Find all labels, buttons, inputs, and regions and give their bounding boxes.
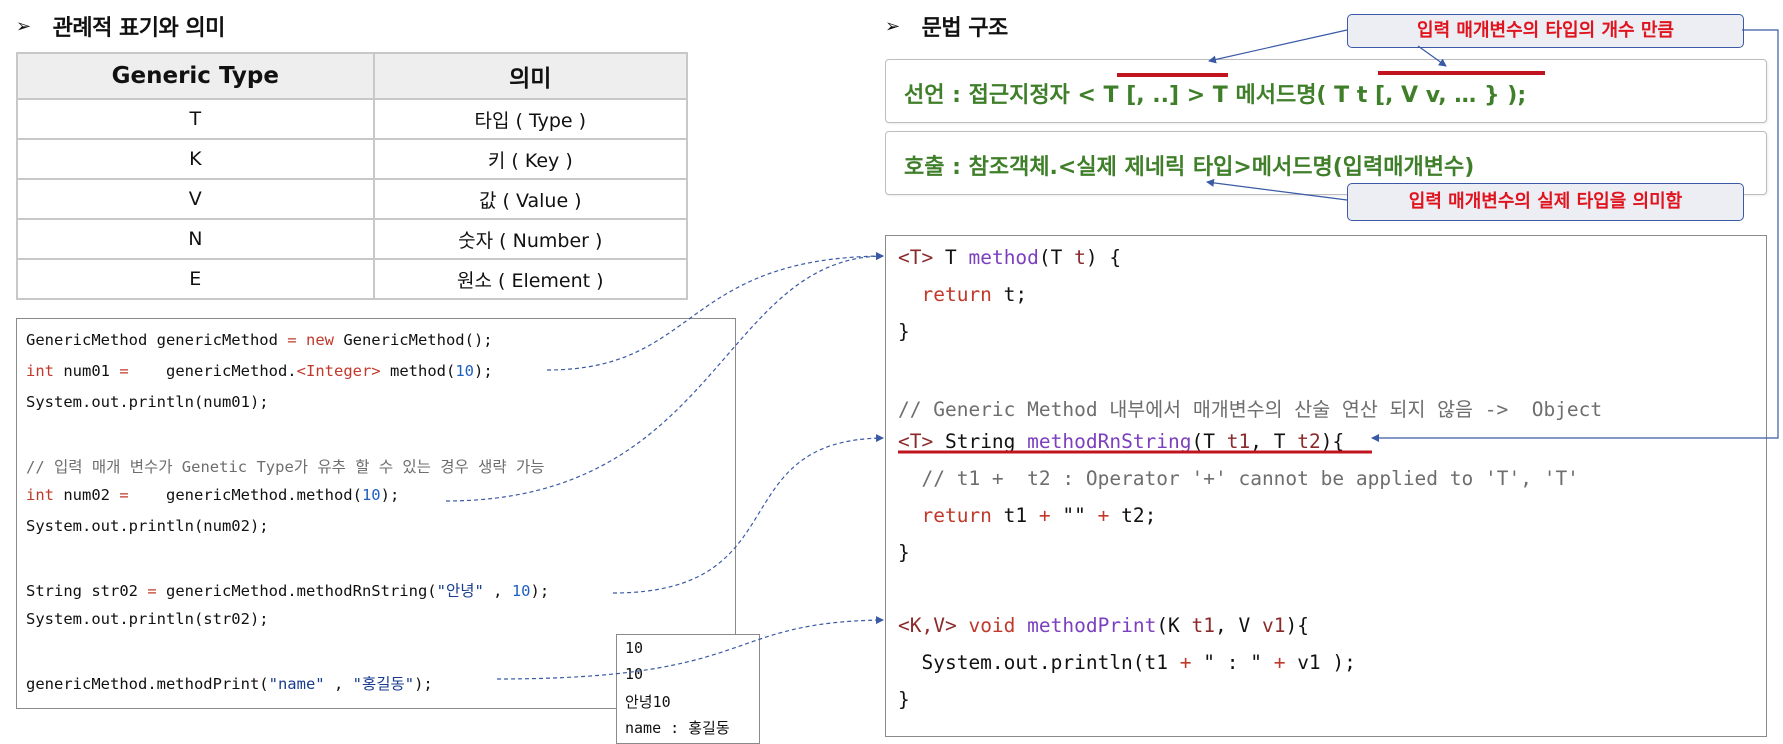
callout-type-count: 입력 매개변수의 타입의 개수 만큼 bbox=[1347, 14, 1744, 48]
code-line: System.out.println(num02); bbox=[26, 517, 269, 535]
callout-actual-type: 입력 매개변수의 실제 타입을 의미함 bbox=[1347, 183, 1744, 221]
code-line: String str02 = genericMethod.methodRnStr… bbox=[26, 582, 550, 600]
code-line: return t; bbox=[921, 283, 1028, 306]
table-header-row: Generic Type 의미 bbox=[16, 52, 689, 100]
code-line: <T> T method(T t) { bbox=[898, 246, 1122, 269]
declaration-syntax-box: 선언 : 접근지정자 < T [, ..] > T 메서드명( T t [, V… bbox=[885, 59, 1767, 123]
arrow-bullet-icon: ➢ bbox=[885, 15, 900, 37]
table-cell: 키 ( Key ) bbox=[372, 138, 689, 180]
code-line: System.out.println(num01); bbox=[26, 393, 269, 411]
code-line: } bbox=[898, 541, 910, 564]
output-line: 10 bbox=[625, 665, 644, 683]
table-cell: E bbox=[16, 258, 375, 300]
column-header: Generic Type bbox=[16, 52, 375, 100]
table-cell: T bbox=[16, 98, 375, 140]
code-comment: // 입력 매개 변수가 Genetic Type가 유추 할 수 있는 경우 … bbox=[26, 458, 545, 476]
code-line: genericMethod.methodPrint("name" , "홍길동"… bbox=[26, 675, 433, 693]
code-line: int num02 = genericMethod.method(10); bbox=[26, 486, 400, 504]
table-row: T 타입 ( Type ) bbox=[16, 98, 689, 140]
console-output-box: 10 10 안녕10 name : 홍길동 bbox=[616, 634, 760, 744]
table-row: N 숫자 ( Number ) bbox=[16, 218, 689, 260]
table-row: E 원소 ( Element ) bbox=[16, 258, 689, 300]
invocation-syntax: 호출 : 참조객체.<실제 제네릭 타입>메서드명(입력매개변수) bbox=[904, 155, 1475, 180]
code-line: System.out.println(str02); bbox=[26, 610, 269, 628]
code-line: } bbox=[898, 688, 910, 711]
table-cell: N bbox=[16, 218, 375, 260]
table-cell: 숫자 ( Number ) bbox=[372, 218, 689, 260]
arrow-to-type-params bbox=[1208, 29, 1348, 64]
table-cell: 타입 ( Type ) bbox=[372, 98, 689, 140]
code-line: GenericMethod genericMethod = new Generi… bbox=[26, 331, 493, 349]
section-title: 관례적 표기와 의미 bbox=[52, 16, 226, 41]
code-comment: // Generic Method 내부에서 매개변수의 산술 연산 되지 않음… bbox=[898, 398, 1603, 421]
code-line: <T> String methodRnString(T t1, T t2){ bbox=[898, 430, 1345, 453]
method-definition-code-block: <T> T method(T t) { return t; } // Gener… bbox=[885, 235, 1767, 737]
output-line: 안녕10 bbox=[625, 693, 671, 711]
section-heading-conventions: ➢ 관례적 표기와 의미 bbox=[16, 10, 225, 42]
table-cell: 원소 ( Element ) bbox=[372, 258, 689, 300]
column-header: 의미 bbox=[372, 52, 689, 100]
code-line: <K,V> void methodPrint(K t1, V v1){ bbox=[898, 614, 1309, 637]
table-cell: 값 ( Value ) bbox=[372, 178, 689, 220]
section-title: 문법 구조 bbox=[921, 16, 1009, 41]
section-heading-syntax: ➢ 문법 구조 bbox=[885, 10, 1008, 42]
output-line: 10 bbox=[625, 639, 644, 657]
output-line: name : 홍길동 bbox=[625, 719, 730, 737]
table-cell: K bbox=[16, 138, 375, 180]
code-line: return t1 + "" + t2; bbox=[921, 504, 1157, 527]
declaration-syntax: 선언 : 접근지정자 < T [, ..] > T 메서드명( T t [, V… bbox=[904, 83, 1527, 108]
table-row: V 값 ( Value ) bbox=[16, 178, 689, 220]
generic-type-table: Generic Type 의미 T 타입 ( Type ) K 키 ( Key … bbox=[16, 52, 689, 300]
code-line: int num01 = genericMethod.<Integer> meth… bbox=[26, 362, 493, 380]
arrow-bullet-icon: ➢ bbox=[16, 15, 31, 37]
code-line: } bbox=[898, 320, 910, 343]
table-row: K 키 ( Key ) bbox=[16, 138, 689, 180]
code-comment: // t1 + t2 : Operator '+' cannot be appl… bbox=[898, 467, 1579, 490]
table-cell: V bbox=[16, 178, 375, 220]
code-line: System.out.println(t1 + " : " + v1 ); bbox=[898, 651, 1356, 674]
